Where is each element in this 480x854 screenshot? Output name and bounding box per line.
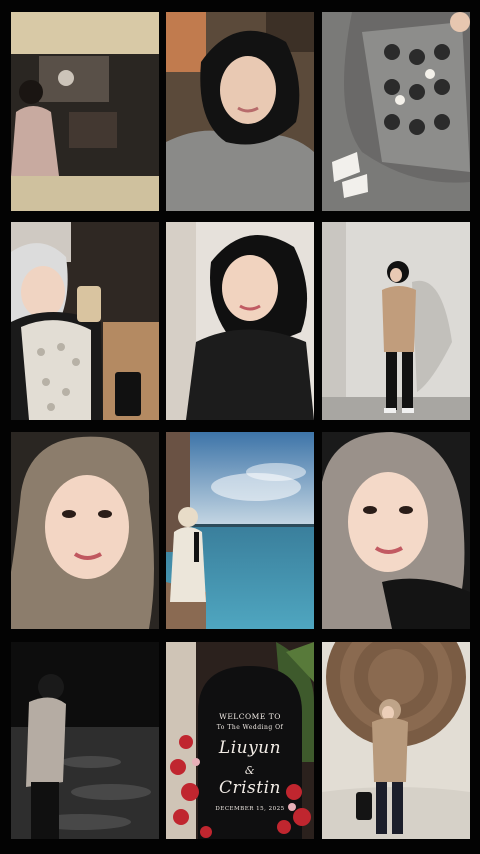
photo-rattan-wall-pose[interactable] [322, 642, 470, 839]
sign-line-welcome: WELCOME TO [219, 712, 281, 721]
photo-sea-view[interactable] [166, 432, 314, 629]
photo-closeup-taupe-hijab[interactable] [11, 432, 159, 629]
photo-selfie-black-hijab-grey-top[interactable] [166, 12, 314, 211]
black-outfit-image [166, 222, 314, 420]
photo-black-hijab-black-top[interactable] [166, 222, 314, 420]
sign-ampersand: & [244, 764, 256, 777]
photo-drink-lace-top[interactable] [11, 222, 159, 420]
mirror-selfie-image [11, 12, 159, 211]
selfie-black-hijab-image [166, 12, 314, 211]
sign-line-wedding-of: To The Wedding Of [216, 724, 284, 731]
grey-hijab-image [322, 432, 470, 629]
drink-selfie-image [11, 222, 159, 420]
sign-name-groom: Liuyun [218, 738, 282, 758]
photo-closeup-grey-hijab[interactable] [322, 432, 470, 629]
night-beach-image [11, 642, 159, 839]
full-body-image [322, 222, 470, 420]
photo-grey-cutout-jacket[interactable] [322, 12, 470, 211]
sign-name-bride: Cristin [218, 778, 281, 798]
photo-night-beach[interactable] [11, 642, 159, 839]
sea-view-image [166, 432, 314, 629]
sign-date: DECEMBER 15, 2025 [215, 806, 285, 812]
photo-collage: WELCOME TO To The Wedding Of Liuyun & Cr… [0, 0, 480, 854]
photo-mirror-selfie[interactable] [11, 12, 159, 211]
rattan-wall-image [322, 642, 470, 839]
photo-wedding-welcome-sign[interactable]: WELCOME TO To The Wedding Of Liuyun & Cr… [166, 642, 314, 839]
taupe-hijab-image [11, 432, 159, 629]
photo-full-body-beige-jacket[interactable] [322, 222, 470, 420]
grey-jacket-image [322, 12, 470, 211]
